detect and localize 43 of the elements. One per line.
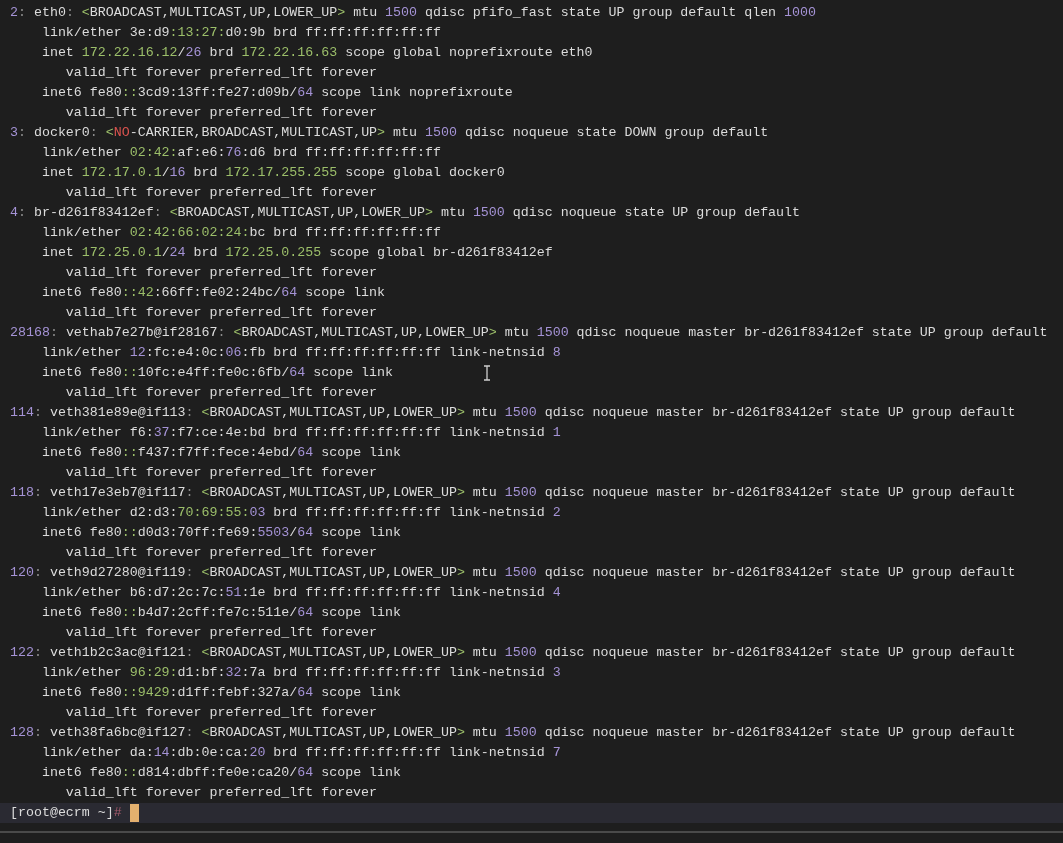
terminal-line: valid_lft forever preferred_lft forever — [64, 184, 378, 202]
terminal-line: inet 172.22.16.12/26 brd 172.22.16.63 scope global noprefixroute eth0 — [40, 44, 593, 62]
terminal-line: 2: eth0: <BROADCAST,MULTICAST,UP,LOWER_UP> mtu 1500 qdisc pfifo_fast state UP group default qlen 1000 — [10, 4, 816, 22]
terminal-line: link/ether f6:37:f7:ce:4e:bd brd ff:ff:ff:ff:ff:ff link-netnsid 1 — [40, 424, 561, 442]
terminal-line: link/ether 3e:d9:13:27:d0:9b brd ff:ff:ff:ff:ff:ff — [40, 24, 441, 42]
terminal-line: valid_lft forever preferred_lft forever — [64, 304, 378, 322]
terminal-line: link/ether 96:29:d1:bf:32:7a brd ff:ff:ff:ff:ff:ff link-netnsid 3 — [40, 664, 561, 682]
terminal-line: inet6 fe80::3cd9:13ff:fe27:d09b/64 scope link noprefixroute — [40, 84, 513, 102]
terminal-line: link/ether 02:42:66:02:24:bc brd ff:ff:ff:ff:ff:ff — [40, 224, 441, 242]
terminal-line: inet6 fe80::b4d7:2cff:fe7c:511e/64 scope link — [40, 604, 402, 622]
terminal-line: valid_lft forever preferred_lft forever — [64, 624, 378, 642]
terminal-line: inet6 fe80::d0d3:70ff:fe69:5503/64 scope link — [40, 524, 402, 542]
terminal-line: inet6 fe80::f437:f7ff:fece:4ebd/64 scope link — [40, 444, 402, 462]
terminal-line: inet 172.17.0.1/16 brd 172.17.255.255 scope global docker0 — [40, 164, 505, 182]
terminal-line: 114: veth381e89e@if113: <BROADCAST,MULTICAST,UP,LOWER_UP> mtu 1500 qdisc noqueue master br-d261f83412ef state UP group default — [10, 404, 1016, 422]
terminal-line: inet6 fe80::10fc:e4ff:fe0c:6fb/64 scope link — [40, 364, 394, 382]
terminal-line: valid_lft forever preferred_lft forever — [64, 464, 378, 482]
terminal-line: valid_lft forever preferred_lft forever — [64, 64, 378, 82]
text-cursor-icon — [129, 804, 139, 822]
terminal-line: valid_lft forever preferred_lft forever — [64, 784, 378, 802]
terminal-line: link/ether 12:fc:e4:0c:06:fb brd ff:ff:ff:ff:ff:ff link-netnsid 8 — [40, 344, 561, 362]
terminal-line: valid_lft forever preferred_lft forever — [64, 544, 378, 562]
terminal-line: link/ether da:14:db:0e:ca:20 brd ff:ff:ff:ff:ff:ff link-netnsid 7 — [40, 744, 561, 762]
terminal-line: valid_lft forever preferred_lft forever — [64, 704, 378, 722]
terminal-line: link/ether d2:d3:70:69:55:03 brd ff:ff:ff:ff:ff:ff link-netnsid 2 — [40, 504, 561, 522]
terminal-line: 118: veth17e3eb7@if117: <BROADCAST,MULTICAST,UP,LOWER_UP> mtu 1500 qdisc noqueue master br-d261f83412ef state UP group default — [10, 484, 1016, 502]
terminal-line: inet6 fe80::d814:dbff:fe0e:ca20/64 scope link — [40, 764, 402, 782]
terminal-line: 128: veth38fa6bc@if127: <BROADCAST,MULTICAST,UP,LOWER_UP> mtu 1500 qdisc noqueue master br-d261f83412ef state UP group default — [10, 724, 1016, 742]
terminal-line: 28168: vethab7e27b@if28167: <BROADCAST,MULTICAST,UP,LOWER_UP> mtu 1500 qdisc noqueue master br-d261f83412ef state UP group default — [10, 324, 1048, 342]
prompt-text: [root@ecrm ~]# — [10, 804, 122, 822]
i-beam-pointer-icon — [482, 365, 492, 381]
terminal-line: 122: veth1b2c3ac@if121: <BROADCAST,MULTICAST,UP,LOWER_UP> mtu 1500 qdisc noqueue master br-d261f83412ef state UP group default — [10, 644, 1016, 662]
terminal-line: valid_lft forever preferred_lft forever — [64, 104, 378, 122]
terminal-line: 4: br-d261f83412ef: <BROADCAST,MULTICAST,UP,LOWER_UP> mtu 1500 qdisc noqueue state UP group default — [10, 204, 801, 222]
terminal-line: 3: docker0: <NO-CARRIER,BROADCAST,MULTICAST,UP> mtu 1500 qdisc noqueue state DOWN group default — [10, 124, 769, 142]
terminal-line: inet 172.25.0.1/24 brd 172.25.0.255 scope global br-d261f83412ef — [40, 244, 553, 262]
terminal-line: valid_lft forever preferred_lft forever — [64, 264, 378, 282]
terminal-line: inet6 fe80::9429:d1ff:febf:327a/64 scope link — [40, 684, 402, 702]
terminal-line: link/ether 02:42:af:e6:76:d6 brd ff:ff:ff:ff:ff:ff — [40, 144, 441, 162]
terminal-line: inet6 fe80::42:66ff:fe02:24bc/64 scope link — [40, 284, 386, 302]
terminal-line: link/ether b6:d7:2c:7c:51:1e brd ff:ff:ff:ff:ff:ff link-netnsid 4 — [40, 584, 561, 602]
terminal-line: 120: veth9d27280@if119: <BROADCAST,MULTICAST,UP,LOWER_UP> mtu 1500 qdisc noqueue master br-d261f83412ef state UP group default — [10, 564, 1016, 582]
terminal-line: valid_lft forever preferred_lft forever — [64, 384, 378, 402]
